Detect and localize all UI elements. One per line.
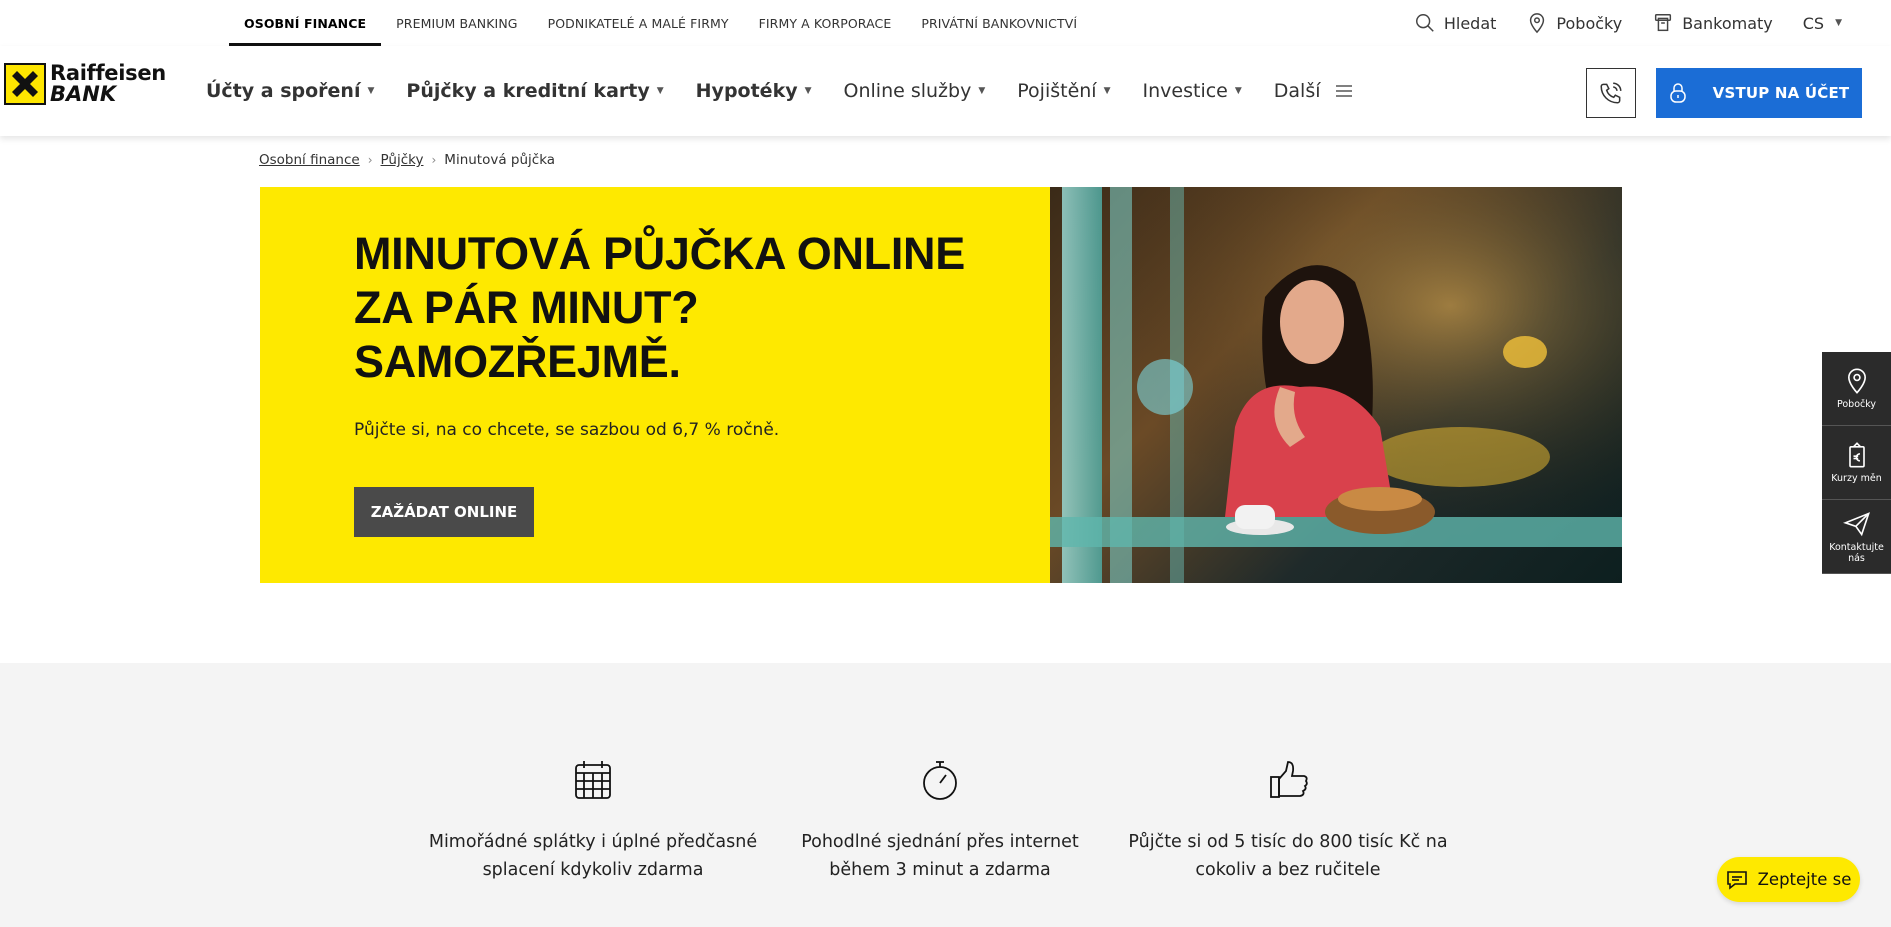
chevron-down-icon: ▼ [367,86,375,96]
menu-pujcky-a-kreditni-karty[interactable]: Půjčky a kreditní karty ▼ [390,80,679,102]
menu-label: Hypotéky [695,80,798,102]
menu-online-sluzby[interactable]: Online služby ▼ [828,80,1002,102]
logo-text-line1: Raiffeisen [50,61,166,85]
hero-title: MINUTOVÁ PŮJČKA ONLINE ZA PÁR MINUT? SAM… [354,227,965,389]
chevron-right-icon: › [431,153,437,167]
menu-ucty-a-sporeni[interactable]: Účty a spoření ▼ [190,80,390,102]
language-label: CS [1802,13,1825,33]
branches-label: Pobočky [1556,13,1623,33]
segment-privatni-bankovnictvi[interactable]: PRIVÁTNÍ BANKOVNICTVÍ [906,0,1092,46]
menu-hypoteky[interactable]: Hypotéky ▼ [680,80,828,102]
hero-banner: MINUTOVÁ PŮJČKA ONLINE ZA PÁR MINUT? SAM… [260,187,1050,583]
menu-label: Další [1273,80,1321,102]
logo-text-line2: BANK [50,82,117,106]
chevron-down-icon: ▼ [656,86,664,96]
chat-label: Zeptejte se [1757,870,1852,889]
stopwatch-icon [923,761,957,800]
lock-icon [1669,83,1686,103]
side-contact-label: Kontaktujte nás [1829,541,1884,564]
menu-label: Půjčky a kreditní karty [406,80,650,102]
primary-menu: Účty a spoření ▼ Půjčky a kreditní karty ▼… [190,46,1369,136]
thumbs-up-icon [1270,761,1308,798]
chevron-down-icon: ▼ [978,86,986,96]
features-section: Mimořádné splátky i úplné předčasné spla… [0,663,1891,927]
breadcrumb: Osobní finance › Půjčky › Minutová půjčk… [259,152,555,168]
menu-dalsi[interactable]: Další [1258,80,1369,102]
menu-label: Účty a spoření [206,80,361,102]
search-icon [1415,14,1434,32]
main-navigation: Raiffeisen BANK Účty a spoření ▼ Půjčky a… [0,46,1891,136]
euro-tag-icon [1848,442,1865,468]
hero-title-line2: ZA PÁR MINUT? [354,282,699,333]
segment-firmy-korporace[interactable]: FIRMY A KORPORACE [744,0,907,46]
branches-link[interactable]: Pobočky [1511,12,1637,34]
segment-osobni-finance[interactable]: OSOBNÍ FINANCE [229,0,382,46]
side-exchange-rates-label: Kurzy měn [1831,473,1882,484]
feature-text: Půjčte si od 5 tisíc do 800 tisíc Kč na … [1128,832,1448,880]
side-contact-button[interactable]: Kontaktujte nás [1822,500,1891,574]
paper-plane-icon [1842,511,1870,536]
hero-title-line1: MINUTOVÁ PŮJČKA ONLINE [354,228,965,279]
atms-label: Bankomaty [1682,13,1773,33]
hero-image [1050,187,1622,583]
hero-title-line3: SAMOZŘEJMĚ. [354,336,681,387]
side-quick-links: Pobočky Kurzy měn Kontaktujte nás [1822,352,1891,574]
login-button[interactable]: VSTUP NA ÚČET [1656,68,1862,118]
atm-icon [1655,14,1672,32]
hero-subtitle: Půjčte si, na co chcete, se sazbou od 6,… [354,420,780,440]
menu-label: Investice [1142,80,1228,102]
chevron-down-icon: ▼ [1103,86,1111,96]
chevron-down-icon: ▼ [1234,86,1242,96]
breadcrumb-loans[interactable]: Půjčky [381,152,424,168]
location-pin-icon [1847,368,1866,394]
side-branches-label: Pobočky [1836,399,1877,410]
hamburger-icon [1335,85,1352,97]
chat-button[interactable]: Zeptejte se [1717,857,1860,902]
logo-mark-icon [4,63,46,105]
login-label: VSTUP NA ÚČET [1712,84,1850,102]
apply-online-button[interactable]: ZAŽÁDAT ONLINE [354,487,534,537]
language-select[interactable]: CS ▼ [1788,14,1857,33]
search-link[interactable]: Hledat [1399,12,1512,34]
side-branches-button[interactable]: Pobočky [1822,352,1891,426]
menu-pojisteni[interactable]: Pojištění ▼ [1001,80,1126,102]
chevron-right-icon: › [367,153,373,167]
breadcrumb-home[interactable]: Osobní finance [259,152,360,168]
segment-bar: OSOBNÍ FINANCE PREMIUM BANKING PODNIKATE… [0,0,1891,46]
utility-nav: Hledat Pobočky Bankomaty CS ▼ [1399,0,1857,46]
callback-button[interactable] [1586,68,1636,118]
breadcrumb-current: Minutová půjčka [444,152,556,168]
search-label: Hledat [1443,13,1497,33]
phone-icon [1600,82,1622,104]
raiffeisen-logo[interactable]: Raiffeisen BANK [4,62,166,106]
chevron-down-icon: ▼ [1835,18,1842,28]
menu-investice[interactable]: Investice ▼ [1127,80,1258,102]
calendar-icon [575,761,611,799]
menu-label: Pojištění [1017,80,1097,102]
atms-link[interactable]: Bankomaty [1637,12,1788,34]
location-pin-icon [1530,13,1545,34]
chevron-down-icon: ▼ [804,86,812,96]
segment-podnikatele[interactable]: PODNIKATELÉ A MALÉ FIRMY [533,0,744,46]
feature-text: Pohodlné sjednání přes internet během 3 … [801,832,1079,880]
feature-text: Mimořádné splátky i úplné předčasné spla… [428,832,758,880]
segment-nav: OSOBNÍ FINANCE PREMIUM BANKING PODNIKATE… [229,0,1092,46]
menu-label: Online služby [843,80,972,102]
segment-premium-banking[interactable]: PREMIUM BANKING [381,0,532,46]
side-exchange-rates-button[interactable]: Kurzy měn [1822,426,1891,500]
chat-bubble-icon [1726,870,1747,890]
